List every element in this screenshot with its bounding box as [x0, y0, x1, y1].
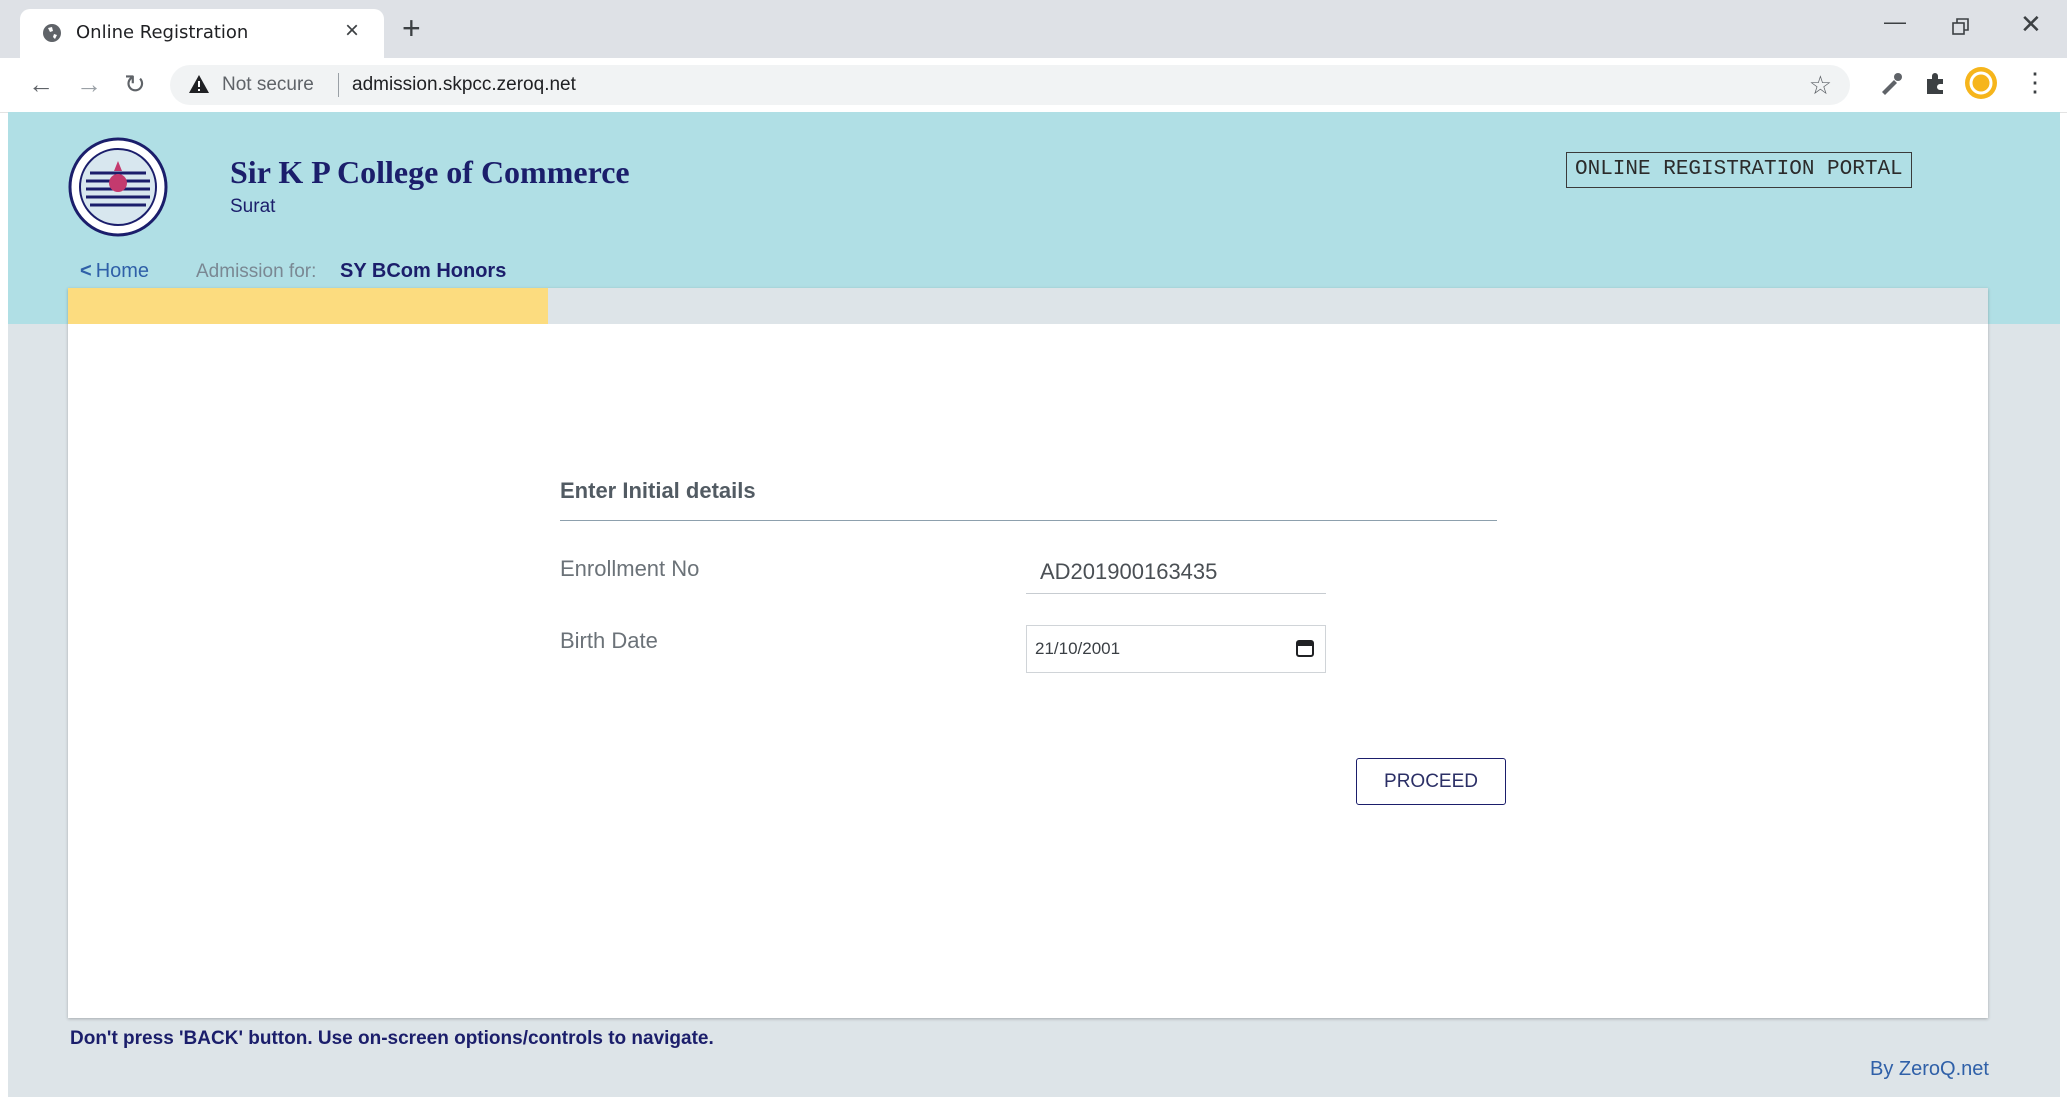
tab-close-icon[interactable]: × [345, 19, 359, 43]
star-icon[interactable]: ☆ [1809, 71, 1832, 99]
warning-icon [189, 75, 209, 93]
close-window-icon[interactable]: ✕ [2020, 11, 2042, 37]
calendar-icon[interactable] [1295, 638, 1315, 658]
browser-toolbar: ← → ↻ Not secure admission.skpcc.zeroq.n… [0, 58, 2067, 113]
back-arrow-icon[interactable]: ← [28, 70, 54, 98]
browser-tab[interactable]: Online Registration × [20, 9, 384, 58]
profile-avatar-icon[interactable] [1964, 66, 1998, 100]
kebab-menu-icon[interactable]: ⋮ [2022, 68, 2048, 96]
eyedropper-icon[interactable] [1878, 70, 1904, 96]
chevron-left-icon: < [80, 260, 92, 282]
zeroq-credit-link[interactable]: By ZeroQ.net [1870, 1058, 1989, 1081]
reload-icon[interactable]: ↻ [124, 70, 146, 98]
college-logo [68, 137, 168, 237]
page-background: Sir K P College of Commerce Surat ONLINE… [8, 112, 2060, 1097]
enrollment-input[interactable] [1026, 550, 1326, 594]
birth-date-value: 21/10/2001 [1035, 639, 1121, 658]
address-bar[interactable]: Not secure admission.skpcc.zeroq.net ☆ [170, 65, 1850, 105]
birth-date-label: Birth Date [560, 628, 658, 653]
admission-label: Admission for: [196, 261, 317, 282]
college-city: Surat [230, 196, 276, 217]
home-link[interactable]: < Home [80, 260, 149, 283]
new-tab-icon[interactable]: + [402, 12, 421, 44]
form-card: Enter Initial details Enrollment No Birt… [68, 288, 1988, 1018]
puzzle-icon[interactable] [1922, 70, 1948, 96]
navigation-warning: Don't press 'BACK' button. Use on-screen… [70, 1028, 714, 1049]
home-link-label: Home [95, 260, 150, 282]
form-title-divider [560, 520, 1497, 521]
proceed-button[interactable]: PROCEED [1356, 758, 1506, 805]
admission-course: SY BCom Honors [340, 260, 507, 282]
forward-arrow-icon[interactable]: → [76, 70, 102, 98]
enrollment-label: Enrollment No [560, 556, 700, 581]
progress-fill [68, 288, 548, 324]
tab-title: Online Registration [76, 22, 249, 43]
globe-icon [43, 24, 61, 42]
browser-tabstrip: Online Registration × + — ✕ [0, 0, 2067, 58]
restore-icon[interactable] [1952, 18, 1970, 36]
url-text[interactable]: admission.skpcc.zeroq.net [352, 74, 576, 96]
college-name: Sir K P College of Commerce [230, 154, 630, 190]
minimize-icon[interactable]: — [1884, 10, 1906, 34]
security-status[interactable]: Not secure [222, 74, 314, 96]
form-title: Enter Initial details [560, 478, 756, 503]
birth-date-input[interactable]: 21/10/2001 [1026, 625, 1326, 673]
portal-label: ONLINE REGISTRATION PORTAL [1566, 152, 1912, 188]
progress-track [68, 288, 1988, 324]
address-separator [338, 73, 339, 97]
